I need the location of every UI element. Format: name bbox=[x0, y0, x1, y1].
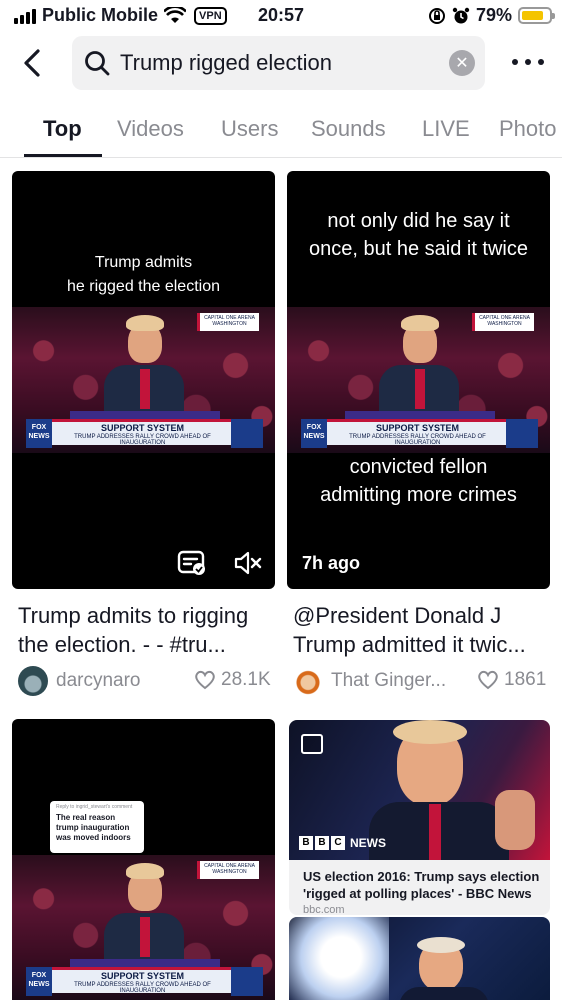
mute-button[interactable] bbox=[232, 549, 264, 577]
author-name[interactable]: darcynaro bbox=[56, 670, 141, 692]
author-row-1[interactable]: darcynaro bbox=[18, 666, 141, 696]
signal-icon bbox=[14, 8, 36, 24]
video-thumbnail-3[interactable]: Reply to ingrid_stewart's comment The re… bbox=[12, 719, 275, 1000]
video-thumbnail-2[interactable]: not only did he say it once, but he said… bbox=[287, 171, 550, 589]
video-frame: CAPITAL ONE ARENA WASHINGTON FOX NEWS SUPP… bbox=[12, 307, 275, 453]
tab-top[interactable]: Top bbox=[43, 116, 82, 142]
results-tabs: Top Videos Users Sounds LIVE Photo bbox=[0, 100, 562, 158]
author-name[interactable]: That Ginger... bbox=[331, 670, 446, 692]
location-tag: CAPITAL ONE ARENA WASHINGTON bbox=[197, 313, 259, 331]
battery-percent: 79% bbox=[475, 5, 512, 25]
clear-x-icon: ✕ bbox=[455, 55, 469, 72]
photo-thumbnail-4[interactable]: BBC NEWS bbox=[289, 720, 550, 860]
result-card-1[interactable]: Trump admits he rigged the election CAPI… bbox=[12, 171, 275, 701]
heart-icon bbox=[195, 670, 215, 690]
tab-photo[interactable]: Photo bbox=[499, 116, 557, 142]
wifi-icon bbox=[164, 7, 187, 23]
captions-icon bbox=[177, 550, 205, 575]
tab-sounds[interactable]: Sounds bbox=[311, 116, 386, 142]
more-options-button[interactable] bbox=[512, 50, 544, 74]
overlay-caption-top-2: not only did he say it once, but he said… bbox=[308, 210, 528, 260]
overlay-caption-bottom-2: convicted fellon admitting more crimes bbox=[320, 456, 517, 506]
heart-icon bbox=[478, 670, 498, 690]
battery-icon bbox=[518, 7, 555, 24]
tab-videos[interactable]: Videos bbox=[117, 116, 184, 142]
captions-button[interactable] bbox=[176, 549, 208, 577]
news-chyron: FOX NEWS SUPPORT SYSTEM TRUMP ADDRESSES R… bbox=[301, 419, 538, 448]
search-header: ✕ bbox=[0, 36, 562, 90]
status-right: 79% bbox=[428, 5, 555, 26]
vpn-badge: VPN bbox=[194, 6, 227, 25]
photo-icon bbox=[301, 734, 323, 754]
avatar[interactable] bbox=[18, 666, 48, 696]
reply-bubble: Reply to ingrid_stewart's comment The re… bbox=[50, 801, 144, 853]
news-chyron: FOX NEWS SUPPORT SYSTEM TRUMP ADDRESSES R… bbox=[26, 967, 263, 996]
link-preview[interactable]: US election 2016: Trump says election 'r… bbox=[289, 860, 550, 916]
carrier-name: Public Mobile bbox=[42, 5, 159, 25]
avatar[interactable] bbox=[293, 666, 323, 696]
author-row-2[interactable]: That Ginger... bbox=[293, 666, 446, 696]
tab-live[interactable]: LIVE bbox=[422, 116, 470, 142]
likes-count-1: 28.1K bbox=[194, 669, 271, 691]
likes-count-2: 1861 bbox=[477, 669, 546, 691]
fox-news-logo: FOX NEWS bbox=[26, 419, 52, 448]
location-tag: CAPITAL ONE ARENA WASHINGTON bbox=[197, 861, 259, 879]
back-button[interactable] bbox=[16, 46, 48, 80]
tab-users[interactable]: Users bbox=[221, 116, 278, 142]
magnifier-icon bbox=[85, 51, 110, 76]
search-box[interactable]: ✕ bbox=[72, 36, 485, 90]
search-input[interactable] bbox=[120, 50, 430, 76]
clear-search-button[interactable]: ✕ bbox=[449, 50, 475, 76]
battery-level bbox=[522, 11, 543, 20]
link-domain: bbc.com bbox=[303, 904, 345, 916]
overlay-caption-1: Trump admits he rigged the election bbox=[67, 254, 220, 295]
bbc-news-logo: BBC NEWS bbox=[299, 836, 386, 850]
tab-underline bbox=[24, 154, 102, 157]
video-thumbnail-1[interactable]: Trump admits he rigged the election CAPI… bbox=[12, 171, 275, 589]
fox-news-logo: FOX NEWS bbox=[26, 967, 52, 996]
alarm-icon bbox=[452, 7, 470, 23]
time-ago-label: 7h ago bbox=[302, 553, 361, 573]
link-title: US election 2016: Trump says election 'r… bbox=[303, 869, 540, 901]
status-bar: Public Mobile VPN 20:57 79% bbox=[0, 0, 562, 32]
result-card-3[interactable]: Reply to ingrid_stewart's comment The re… bbox=[12, 719, 275, 1000]
result-card-4[interactable]: BBC NEWS US election 2016: Trump says el… bbox=[289, 720, 550, 916]
fox-news-logo: FOX NEWS bbox=[301, 419, 327, 448]
result-card-5[interactable] bbox=[289, 917, 550, 1000]
result-card-2[interactable]: not only did he say it once, but he said… bbox=[287, 171, 550, 701]
orientation-lock-icon bbox=[428, 7, 445, 24]
status-left: Public Mobile VPN bbox=[14, 5, 227, 26]
card-title-2[interactable]: @President Donald J Trump admitted it tw… bbox=[293, 601, 550, 659]
news-chyron: FOX NEWS SUPPORT SYSTEM TRUMP ADDRESSES R… bbox=[26, 419, 263, 448]
video-frame: CAPITAL ONE ARENA WASHINGTON FOX NEWS SUPP… bbox=[12, 855, 275, 1000]
chevron-left-icon bbox=[24, 49, 40, 77]
location-tag: CAPITAL ONE ARENA WASHINGTON bbox=[472, 313, 534, 331]
photo-thumbnail-5[interactable] bbox=[289, 917, 550, 1000]
more-dots-icon bbox=[512, 59, 518, 65]
video-frame: CAPITAL ONE ARENA WASHINGTON FOX NEWS SUPP… bbox=[287, 307, 550, 453]
speaker-muted-icon bbox=[234, 551, 262, 575]
card-title-1[interactable]: Trump admits to rigging the election. - … bbox=[18, 601, 275, 659]
